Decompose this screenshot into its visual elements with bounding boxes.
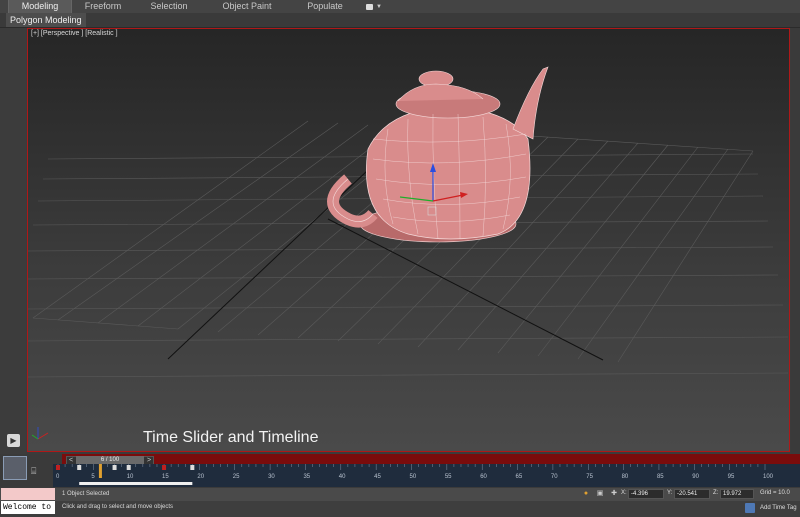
- mini-curve-editor-toggle[interactable]: [3, 456, 27, 480]
- animation-key: [56, 465, 60, 470]
- expand-panel-button[interactable]: ▶: [7, 434, 20, 447]
- ribbon-panel: Polygon Modeling: [0, 13, 800, 28]
- z-coordinate-field[interactable]: 19.972: [720, 489, 754, 499]
- timeline-tick-label: 75: [586, 474, 593, 480]
- maxscript-listener-output[interactable]: [1, 488, 55, 500]
- timeline-tick-label: 5: [91, 474, 95, 480]
- timeline-tick-label: 90: [692, 474, 699, 480]
- viewport-label-menu[interactable]: [+] [Perspective ] [Realistic ]: [31, 30, 118, 37]
- left-tool-strip: [0, 28, 26, 454]
- key-filter-icon[interactable]: ⌸: [31, 466, 43, 476]
- timeline-tick-label: 70: [550, 474, 558, 480]
- grid-spacing: Grid = 10.0: [760, 490, 790, 496]
- animation-key: [112, 465, 117, 470]
- tab-modeling[interactable]: Modeling: [8, 0, 72, 13]
- timeline-tick-label: 45: [374, 474, 381, 480]
- timeline-tick-label: 80: [621, 474, 629, 480]
- chevron-down-icon: ▼: [376, 3, 382, 10]
- timeline-tick-label: 20: [197, 474, 205, 480]
- timeline-tick-label: 100: [763, 474, 774, 480]
- timeline-tick-label: 30: [268, 474, 275, 480]
- timeline-tick-label: 15: [162, 474, 169, 480]
- timeline-tick-label: 35: [303, 474, 311, 480]
- world-axis-tripod: [31, 427, 49, 440]
- tab-object-paint[interactable]: Object Paint: [204, 0, 290, 13]
- animation-key: [126, 465, 131, 470]
- play-icon: ▶: [10, 436, 17, 445]
- tab-populate[interactable]: Populate: [290, 0, 360, 13]
- isolate-icon[interactable]: ●: [582, 490, 590, 498]
- ribbon-tab-bar: Modeling Freeform Selection Object Paint…: [0, 0, 800, 13]
- viewport-scene: [28, 66, 789, 440]
- timeline-tick-label: 55: [444, 474, 452, 480]
- current-frame-marker: [98, 464, 102, 478]
- timeline-tick-label: 40: [338, 474, 346, 480]
- polygon-modeling-label[interactable]: Polygon Modeling: [6, 13, 86, 27]
- selection-status: 1 Object Selected: [62, 491, 110, 497]
- x-label: X:: [621, 490, 627, 496]
- tab-freeform[interactable]: Freeform: [72, 0, 134, 13]
- y-coordinate-field[interactable]: -20.541: [674, 489, 710, 499]
- perspective-viewport[interactable]: [+] [Perspective ] [Realistic ] Time Sli…: [27, 28, 790, 452]
- animation-key: [77, 465, 82, 470]
- prompt-line: Click and drag to select and move object…: [62, 504, 174, 510]
- timeline-tick-label: 25: [232, 474, 240, 480]
- ribbon-toggle-icon: [366, 3, 374, 10]
- animation-key: [190, 465, 195, 470]
- time-tag-icon[interactable]: [745, 503, 755, 513]
- y-label: Y:: [667, 490, 673, 496]
- absolute-mode-icon[interactable]: ✚: [610, 490, 618, 498]
- maxscript-listener-input[interactable]: Welcome to MAXScript.: [1, 501, 55, 514]
- lock-icon[interactable]: ▣: [596, 490, 604, 498]
- tab-selection[interactable]: Selection: [134, 0, 204, 13]
- teapot-object: [327, 66, 549, 243]
- timeline-tick-label: 60: [480, 474, 487, 480]
- timeline-tick-label: 95: [727, 474, 735, 480]
- x-coordinate-field[interactable]: -4.396: [628, 489, 664, 499]
- ribbon-options-dropdown[interactable]: ▼: [366, 2, 382, 11]
- z-label: Z:: [713, 490, 719, 496]
- selected-key-range: [79, 482, 193, 485]
- timeline-tick-label: 10: [126, 474, 134, 480]
- timeline-tick-label: 85: [656, 474, 664, 480]
- right-scroll-strip[interactable]: [791, 28, 800, 454]
- timeline-tick-label: 0: [56, 474, 60, 480]
- timeline-tick-label: 65: [515, 474, 523, 480]
- timeline-tick-label: 50: [409, 474, 417, 480]
- animation-key: [162, 465, 167, 470]
- add-time-tag-button[interactable]: Add Time Tag: [760, 505, 797, 511]
- annotation-caption: Time Slider and Timeline: [143, 429, 319, 446]
